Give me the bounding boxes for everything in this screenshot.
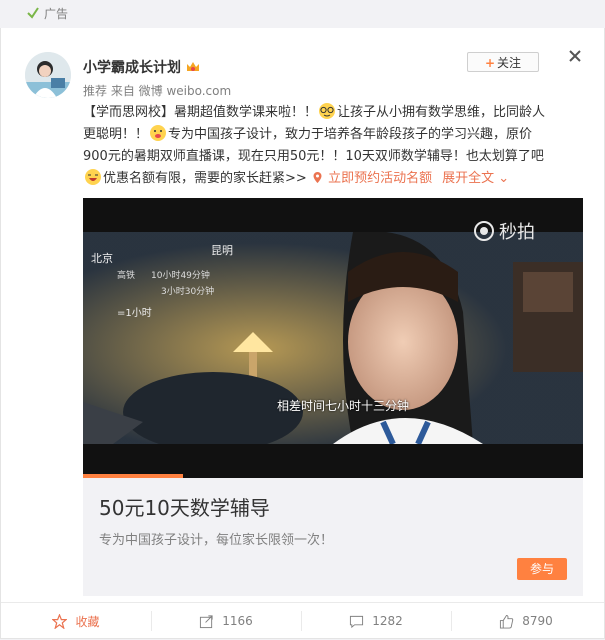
- video-subtitle: 相差时间七小时十三分钟: [276, 399, 409, 413]
- ad-label: 广告: [44, 7, 69, 21]
- like-button[interactable]: 8790: [451, 603, 601, 639]
- location-icon: [313, 172, 322, 183]
- reserve-link[interactable]: 立即预约活动名额: [328, 171, 432, 186]
- post-line-1: 【学而思网校】暑期超值数学课来啦！！ 让孩子从小拥有数学思维，比同龄人: [83, 102, 585, 124]
- post-text: 【学而思网校】暑期超值数学课来啦！！ 让孩子从小拥有数学思维，比同龄人 更聪明！！…: [83, 102, 585, 190]
- expand-link[interactable]: 展开全文 ⌄: [442, 171, 509, 186]
- miaopai-brand: 秒拍: [473, 220, 535, 244]
- divider: [1, 611, 152, 631]
- glasses-emoji-icon: [319, 103, 336, 119]
- username-link[interactable]: 小学霸成长计划: [83, 59, 181, 77]
- check-icon: [27, 7, 39, 19]
- promo-card[interactable]: 50元10天数学辅导 专为中国孩子设计，每位家长限领一次！ 参与: [83, 478, 583, 596]
- post-meta: 推荐 来自 微博 weibo.com: [83, 84, 232, 98]
- like-icon: [500, 614, 514, 629]
- join-button[interactable]: 参与: [517, 558, 567, 580]
- promo-title: 50元10天数学辅导: [99, 496, 270, 520]
- chalk-notes: 北京 昆明 高铁 10小时49分钟 3小时30分钟 =1小时: [91, 244, 233, 319]
- post-card: 小学霸成长计划 推荐 来自 微博 weibo.com + 关注 【学而思网校】暑期…: [0, 28, 605, 639]
- action-bar: 收藏 1166 1282 8790: [1, 602, 604, 639]
- chevron-down-icon: ⌄: [498, 171, 510, 186]
- video-player[interactable]: 北京 昆明 高铁 10小时49分钟 3小时30分钟 =1小时 秒拍 相差时间七小…: [83, 198, 583, 478]
- follow-label: 关注: [497, 56, 522, 70]
- smile-emoji-icon: [150, 125, 167, 141]
- follow-button[interactable]: + 关注: [467, 52, 539, 72]
- divider: [151, 611, 302, 631]
- crown-icon: [187, 62, 199, 71]
- avatar[interactable]: [25, 52, 71, 98]
- laugh-emoji-icon: [85, 169, 101, 185]
- post-line-2: 更聪明！！ 专为中国孩子设计，致力于培养各年龄段孩子的学习兴趣，原价: [83, 124, 585, 146]
- ad-header: 广告: [0, 0, 605, 28]
- close-icon[interactable]: [567, 48, 583, 64]
- promo-description: 专为中国孩子设计，每位家长限领一次！: [99, 533, 334, 548]
- plus-icon: +: [484, 56, 496, 70]
- post-line-3: 900元的暑期双师直播课，现在只用50元！！10天双师数学辅导！也太划算了吧: [83, 149, 544, 164]
- miaopai-logo-icon: [474, 221, 494, 241]
- divider: [301, 611, 452, 631]
- post-line-4: 优惠名额有限，需要的家长赶紧>> 立即预约活动名额 展开全文 ⌄: [83, 168, 585, 190]
